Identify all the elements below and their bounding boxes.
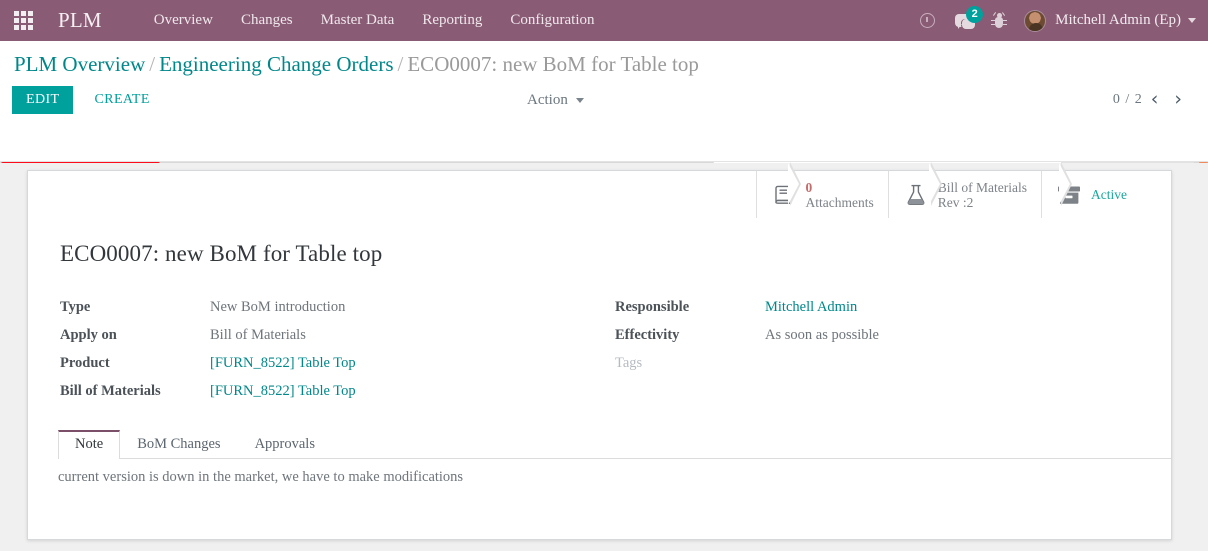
stat-buttons: 0 Attachments Bill of Materials Rev :2 A…	[755, 171, 1157, 218]
field-effectivity: Effectivity As soon as possible	[615, 327, 1115, 346]
form-view-area: 0 Attachments Bill of Materials Rev :2 A…	[0, 163, 1208, 551]
field-tags: Tags	[615, 355, 1115, 374]
field-responsible: Responsible Mitchell Admin	[615, 299, 1115, 318]
stat-button-attachments-text: 0 Attachments	[806, 180, 874, 210]
field-apply-on-value: Bill of Materials	[210, 327, 306, 343]
field-type-label: Type	[60, 299, 91, 315]
flask-icon	[903, 184, 929, 206]
avatar	[1024, 9, 1047, 32]
create-button[interactable]: CREATE	[82, 86, 161, 114]
apps-grid-icon	[13, 11, 33, 30]
chevron-down-icon	[575, 98, 584, 103]
stat-button-bill-of-materials[interactable]: Bill of Materials Rev :2	[887, 171, 1041, 218]
note-text[interactable]: current version is down in the market, w…	[58, 469, 1158, 486]
main-menu: Overview Changes Master Data Reporting C…	[140, 2, 609, 39]
field-apply-on: Apply on Bill of Materials	[60, 327, 615, 346]
menu-item-configuration[interactable]: Configuration	[496, 2, 608, 39]
menu-item-master-data[interactable]: Master Data	[307, 2, 409, 39]
breadcrumb-item-plm-overview[interactable]: PLM Overview	[14, 52, 145, 76]
menu-item-overview[interactable]: Overview	[140, 2, 227, 39]
breadcrumb-separator: /	[397, 52, 404, 76]
attachments-label: Attachments	[805, 194, 874, 210]
user-name-label: Mitchell Admin (Ep)	[1055, 12, 1181, 28]
attachments-count: 0	[805, 179, 813, 195]
edit-button[interactable]: EDIT	[12, 86, 74, 114]
tab-note[interactable]: Note	[58, 430, 121, 459]
breadcrumb-item-current: ECO0007: new BoM for Table top	[407, 52, 699, 76]
breadcrumb: PLM Overview / Engineering Change Orders / E…	[14, 52, 699, 77]
messages-count-badge: 2	[966, 6, 984, 23]
pager-previous-button[interactable]: ‹	[1143, 90, 1167, 109]
fields-right-column: Responsible Mitchell Admin Effectivity A…	[615, 299, 1115, 411]
clock-icon	[919, 13, 935, 28]
tab-bom-changes[interactable]: BoM Changes	[120, 430, 237, 459]
pager-count: 0 / 2	[1112, 91, 1143, 107]
stat-button-active-text: Active	[1091, 187, 1127, 202]
tab-approvals[interactable]: Approvals	[238, 430, 332, 459]
pager-next-button[interactable]: ›	[1166, 90, 1190, 109]
active-label: Active	[1091, 187, 1127, 202]
field-tags-label: Tags	[615, 355, 643, 371]
messages-button[interactable]: 2	[946, 0, 984, 41]
field-type-value: New BoM introduction	[210, 299, 346, 315]
record-actions: EDIT CREATE	[12, 86, 162, 114]
fields-left-column: Type New BoM introduction Apply on Bill …	[60, 299, 615, 411]
field-responsible-value[interactable]: Mitchell Admin	[765, 299, 857, 316]
breadcrumb-item-engineering-change-orders[interactable]: Engineering Change Orders	[159, 52, 393, 76]
field-effectivity-label: Effectivity	[615, 327, 680, 343]
menu-item-changes[interactable]: Changes	[227, 2, 307, 39]
brand-title[interactable]: PLM	[46, 8, 118, 33]
navbar-systray: 2 Mitchell Admin (Ep)	[910, 0, 1208, 41]
field-type: Type New BoM introduction	[60, 299, 615, 318]
debug-button[interactable]	[982, 0, 1016, 41]
field-bill-of-materials: Bill of Materials [FURN_8522] Table Top	[60, 383, 615, 402]
status-arrow-icon	[1059, 162, 1071, 205]
field-product-label: Product	[60, 355, 110, 371]
pager: 0 / 2 ‹ ›	[1113, 90, 1190, 109]
status-arrow-icon	[928, 162, 940, 205]
field-apply-on-label: Apply on	[60, 327, 117, 343]
record-sheet: 0 Attachments Bill of Materials Rev :2 A…	[27, 170, 1172, 540]
user-menu-button[interactable]: Mitchell Admin (Ep)	[1018, 9, 1196, 32]
breadcrumb-separator: /	[149, 52, 156, 76]
bom-label-line2: Rev :2	[937, 194, 974, 210]
stat-button-attachments[interactable]: 0 Attachments	[755, 171, 888, 218]
field-bill-of-materials-label: Bill of Materials	[60, 383, 161, 399]
chevron-down-icon	[1188, 18, 1196, 23]
stat-button-bom-text: Bill of Materials Rev :2	[938, 180, 1027, 210]
field-bill-of-materials-value[interactable]: [FURN_8522] Table Top	[210, 383, 356, 400]
action-dropdown[interactable]: Action	[527, 92, 584, 109]
activities-button[interactable]	[910, 0, 944, 41]
bug-icon	[991, 11, 1008, 29]
notebook-tabs: Note BoM Changes Approvals	[58, 429, 1171, 459]
top-navbar: PLM Overview Changes Master Data Reporti…	[0, 0, 1208, 41]
field-product: Product [FURN_8522] Table Top	[60, 355, 615, 374]
apps-menu-button[interactable]	[0, 0, 46, 41]
field-responsible-label: Responsible	[615, 299, 690, 315]
field-product-value[interactable]: [FURN_8522] Table Top	[210, 355, 356, 372]
action-dropdown-label: Action	[527, 92, 568, 108]
menu-item-reporting[interactable]: Reporting	[408, 2, 496, 39]
record-fields: Type New BoM introduction Apply on Bill …	[60, 299, 1140, 411]
status-arrow-icon	[788, 162, 800, 205]
bom-label-line1: Bill of Materials	[937, 179, 1027, 195]
tab-panel-note: current version is down in the market, w…	[58, 469, 1158, 486]
field-effectivity-value: As soon as possible	[765, 327, 879, 343]
control-panel: PLM Overview / Engineering Change Orders / E…	[0, 41, 1208, 254]
page-title: ECO0007: new BoM for Table top	[60, 241, 383, 266]
